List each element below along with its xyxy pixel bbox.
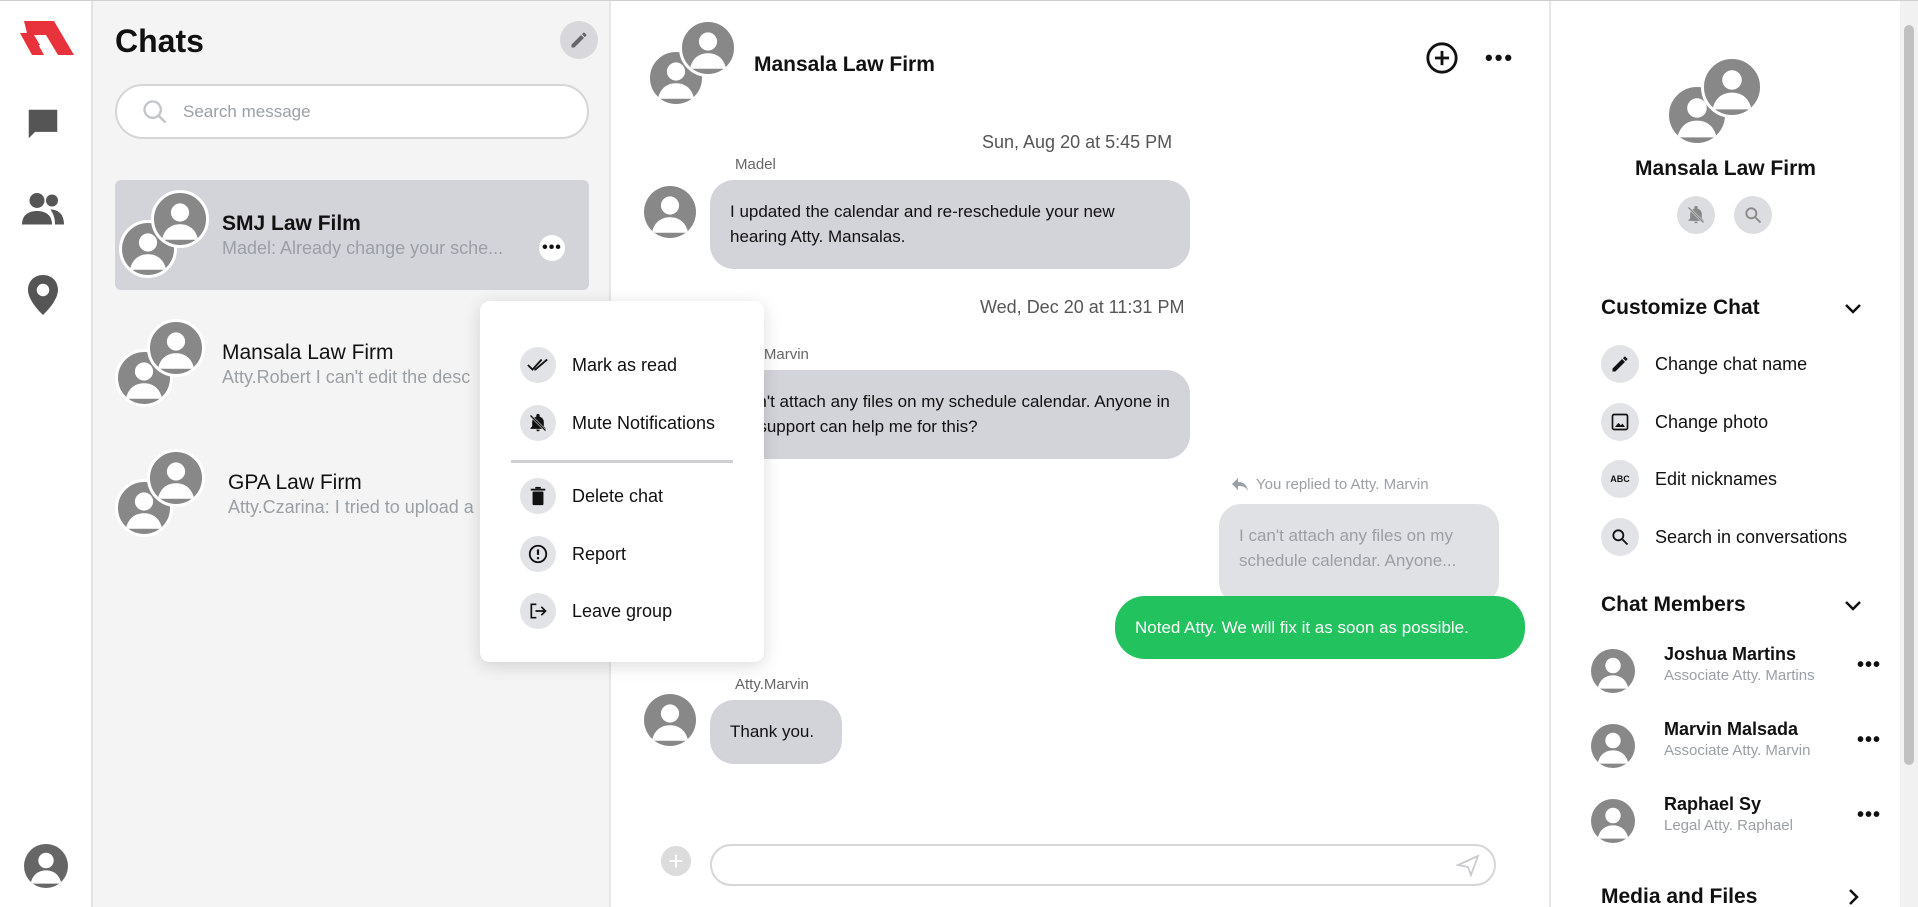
media-and-files-title[interactable]: Media and Files: [1601, 885, 1757, 907]
conversation-group-avatar-icon: [647, 19, 737, 109]
message-input[interactable]: [710, 844, 1496, 886]
trash-icon: [520, 478, 556, 514]
member-avatar-icon: [1591, 799, 1635, 843]
member-name: Marvin Malsada: [1664, 719, 1799, 739]
search-in-conversations-option[interactable]: Search in conversations: [1601, 518, 1847, 556]
conversation-title: Mansala Law Firm: [754, 53, 935, 76]
pencil-icon: [1601, 345, 1639, 383]
chat-members-title: Chat Members: [1601, 593, 1746, 616]
chat-item-preview: Atty.Czarina: I tried to upload a: [228, 497, 474, 517]
menu-divider: [511, 460, 733, 463]
customize-chat-title: Customize Chat: [1601, 296, 1760, 319]
chevron-down-icon[interactable]: [1841, 296, 1865, 325]
change-chat-name-option[interactable]: Change chat name: [1601, 345, 1807, 383]
chats-title: Chats: [115, 23, 204, 59]
alert-circle-icon: [520, 536, 556, 572]
pencil-icon: [571, 32, 587, 48]
chevron-down-icon[interactable]: [1841, 593, 1865, 622]
message-bubble: I can't attach any files on my schedule …: [710, 370, 1190, 459]
info-chat-name: Mansala Law Firm: [1635, 157, 1816, 180]
nav-rail: [0, 1, 93, 907]
scrollbar-thumb[interactable]: [1904, 25, 1914, 765]
message-timestamp: Sun, Aug 20 at 5:45 PM: [982, 132, 1173, 152]
double-check-icon: [520, 347, 556, 383]
member-options-button[interactable]: •••: [1857, 804, 1881, 827]
member-name: Raphael Sy: [1664, 794, 1762, 814]
chevron-right-icon[interactable]: [1841, 885, 1865, 907]
search-icon: [143, 99, 167, 123]
logout-icon: [520, 593, 556, 629]
message-timestamp: Wed, Dec 20 at 11:31 PM: [980, 297, 1185, 317]
mark-as-read-item[interactable]: Mark as read: [520, 345, 677, 385]
bell-off-icon: [520, 405, 556, 441]
profile-avatar-icon[interactable]: [24, 844, 68, 888]
search-input[interactable]: Search message: [115, 84, 589, 139]
message-sender: Madel: [735, 156, 776, 173]
contacts-icon[interactable]: [22, 191, 64, 230]
message-bubble: Thank you.: [710, 700, 842, 764]
send-icon[interactable]: [1456, 853, 1480, 877]
new-chat-button[interactable]: [560, 21, 598, 59]
chat-item-preview: Atty.Robert I can't edit the desc: [222, 367, 471, 387]
member-item[interactable]: Marvin Malsada Associate Atty. Marvin ••…: [1591, 719, 1881, 779]
chat-info-panel: Mansala Law Firm Customize Chat Change c…: [1551, 1, 1900, 907]
chat-item-title: Mansala Law Firm: [222, 341, 394, 364]
chat-bubble-icon[interactable]: [24, 105, 62, 148]
more-options-icon[interactable]: •••: [1485, 45, 1514, 71]
sender-avatar-icon: [644, 694, 696, 746]
delete-chat-item[interactable]: Delete chat: [520, 476, 663, 516]
message-bubble: I updated the calendar and re-reschedule…: [710, 180, 1190, 269]
member-options-button[interactable]: •••: [1857, 654, 1881, 677]
member-role: Associate Atty. Marvin: [1664, 742, 1811, 759]
sent-message-bubble: Noted Atty. We will fix it as soon as po…: [1115, 596, 1525, 659]
search-icon[interactable]: [1734, 196, 1772, 234]
reply-arrow-icon: [1232, 477, 1248, 491]
change-photo-option[interactable]: Change photo: [1601, 403, 1768, 441]
member-role: Associate Atty. Martins: [1664, 667, 1815, 684]
group-avatar-icon: [115, 319, 205, 409]
message-sender: Atty.Marvin: [735, 676, 809, 693]
member-item[interactable]: Joshua Martins Associate Atty. Martins •…: [1591, 644, 1881, 704]
sender-avatar-icon: [644, 186, 696, 238]
group-avatar-icon: [119, 190, 209, 280]
scrollbar[interactable]: [1900, 1, 1918, 907]
member-avatar-icon: [1591, 724, 1635, 768]
member-name: Joshua Martins: [1664, 644, 1797, 664]
search-icon: [1601, 518, 1639, 556]
reply-label: You replied to Atty. Marvin: [1232, 476, 1429, 493]
mute-notifications-item[interactable]: Mute Notifications: [520, 403, 715, 443]
search-placeholder: Search message: [183, 101, 311, 121]
leave-group-item[interactable]: Leave group: [520, 591, 672, 631]
app-logo-icon[interactable]: [18, 19, 76, 62]
group-avatar-icon: [115, 449, 205, 539]
edit-nicknames-option[interactable]: ABC Edit nicknames: [1601, 460, 1777, 498]
quoted-message: I can't attach any files on my schedule …: [1219, 504, 1499, 604]
info-group-avatar-icon: [1666, 56, 1766, 146]
mute-bell-icon[interactable]: [1677, 196, 1715, 234]
chat-item-title: GPA Law Firm: [228, 471, 362, 494]
chat-context-menu: Mark as read Mute Notifications Delete c…: [480, 301, 764, 662]
chat-item-title: SMJ Law Film: [222, 212, 361, 235]
report-item[interactable]: Report: [520, 534, 626, 574]
member-options-button[interactable]: •••: [1857, 729, 1881, 752]
abc-text-icon: ABC: [1601, 460, 1639, 498]
member-avatar-icon: [1591, 649, 1635, 693]
member-item[interactable]: Raphael Sy Legal Atty. Raphael •••: [1591, 794, 1881, 854]
image-icon: [1601, 403, 1639, 441]
chat-item-smj[interactable]: SMJ Law Film Madel: Already change your …: [115, 180, 589, 290]
add-circle-icon[interactable]: [1425, 41, 1459, 80]
member-role: Legal Atty. Raphael: [1664, 817, 1793, 834]
chat-item-preview: Madel: Already change your sche...: [222, 238, 504, 258]
more-options-button[interactable]: •••: [539, 235, 565, 261]
location-pin-icon[interactable]: [28, 275, 58, 320]
attach-plus-icon[interactable]: +: [661, 846, 691, 876]
